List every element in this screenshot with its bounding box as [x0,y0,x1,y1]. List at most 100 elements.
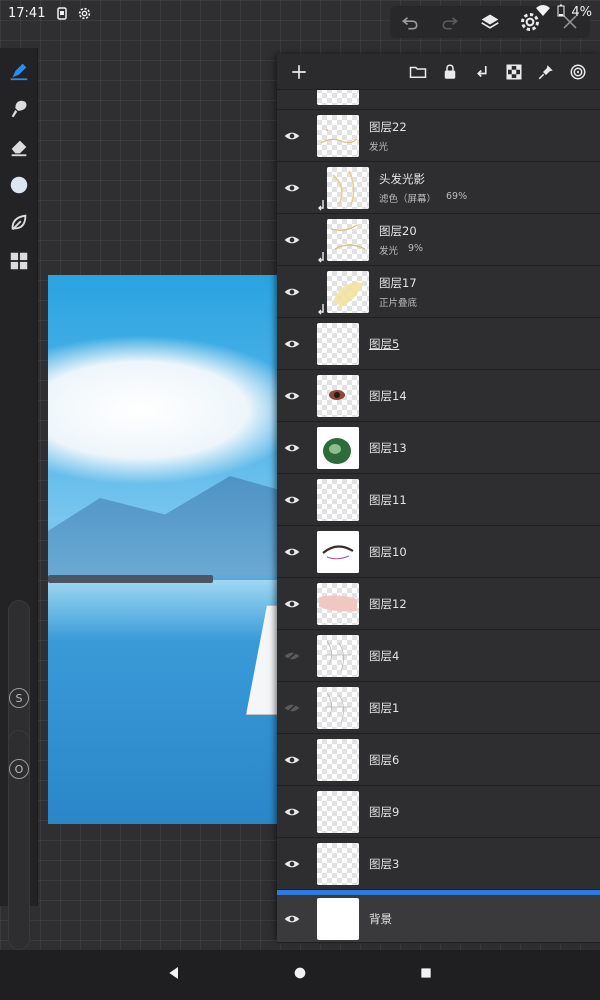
layer-name: 图层17 [379,275,417,290]
artwork-clouds [48,335,308,485]
layer-row[interactable]: 图层5 [277,318,600,370]
visibility-eye-icon[interactable] [277,318,307,370]
layer-thumbnail [317,374,359,417]
layer-row[interactable]: 图层17 正片叠底 [277,266,600,318]
layers-panel: 图层22 发光 头发光影 滤色（屏幕） 69% 图层20 发光 9% 图层17 正片叠底 图层5 图层… [277,54,600,943]
layer-thumbnail [317,530,359,573]
visibility-eye-icon[interactable] [277,162,307,214]
eraser-icon[interactable] [0,128,38,166]
layers-toolbar [277,54,600,90]
recents-icon[interactable] [418,965,434,985]
visibility-eye-icon[interactable] [277,266,307,318]
layer-list: 图层22 发光 头发光影 滤色（屏幕） 69% 图层20 发光 9% 图层17 正片叠底 图层5 图层… [277,110,600,890]
layer-name: 图层1 [369,700,400,715]
layer-name: 图层20 [379,223,417,238]
clip-icon[interactable] [470,60,494,84]
pin-icon[interactable] [534,60,558,84]
background-layer-row[interactable]: 背景 [277,895,600,943]
layer-thumbnail [317,634,359,677]
layer-row[interactable]: 图层11 [277,474,600,526]
background-thumbnail [317,897,359,940]
leaf-icon[interactable] [0,204,38,242]
layer-row[interactable]: 图层12 [277,578,600,630]
visibility-eye-icon[interactable] [277,734,307,786]
visibility-eye-icon[interactable] [277,838,307,890]
hidden-eye-icon[interactable] [277,630,307,682]
add-layer-icon[interactable] [287,60,311,84]
visibility-eye-icon[interactable] [277,526,307,578]
status-right: 4% [535,4,592,21]
layer-name: 图层3 [369,856,400,871]
grid-icon[interactable] [0,242,38,280]
visibility-eye-icon[interactable] [277,578,307,630]
layer-name: 图层6 [369,752,400,767]
brush-size-label: S [9,688,29,708]
layer-thumbnail [327,270,369,313]
layer-blend-mode: 滤色（屏幕） [379,193,437,205]
layer-row[interactable]: 图层9 [277,786,600,838]
layer-thumbnail [317,686,359,729]
visibility-eye-icon[interactable] [277,214,307,266]
battery-level: 4% [571,5,592,20]
layer-thumbnail [317,790,359,833]
background-layer-name: 背景 [369,911,392,926]
layer-opacity: 69% [446,190,468,202]
visibility-eye-icon[interactable] [277,474,307,526]
layer-row[interactable]: 图层1 [277,682,600,734]
spiral-icon[interactable] [566,60,590,84]
layer-row[interactable]: 图层22 发光 [277,110,600,162]
visibility-eye-icon[interactable] [277,422,307,474]
layer-thumbnail [317,842,359,885]
status-bar: 17:41 4% [0,0,600,26]
layer-row[interactable]: 图层14 [277,370,600,422]
back-icon[interactable] [166,965,182,985]
clipping-arrow-icon [317,249,327,263]
clipping-arrow-icon [317,197,327,211]
canvas-artwork[interactable] [48,275,308,824]
layer-thumbnail [317,322,359,365]
brush-opacity-label: O [9,759,29,779]
brush-icon[interactable] [0,90,38,128]
visibility-eye-icon[interactable] [277,110,307,162]
layer-row-partial[interactable] [277,90,600,110]
layer-row[interactable]: 图层4 [277,630,600,682]
visibility-eye-icon[interactable] [277,893,307,945]
battery-icon [557,4,565,21]
layer-name: 图层11 [369,492,407,507]
settings-status-icon [77,6,91,20]
transparency-icon[interactable] [502,60,526,84]
layer-row[interactable]: 图层20 发光 9% [277,214,600,266]
layer-blend-mode: 发光 [369,141,389,153]
layer-name: 图层13 [369,440,407,455]
layer-name: 图层5 [369,336,400,351]
clipping-arrow-icon [317,301,327,315]
status-time: 17:41 [8,5,46,21]
layer-thumbnail [317,426,359,469]
layer-row[interactable]: 图层13 [277,422,600,474]
hidden-eye-icon[interactable] [277,682,307,734]
visibility-eye-icon[interactable] [277,370,307,422]
color-icon[interactable] [0,166,38,204]
layer-thumbnail [317,90,359,105]
visibility-eye-icon[interactable] [277,786,307,838]
layer-name: 图层9 [369,804,400,819]
layer-thumbnail [317,738,359,781]
folder-icon[interactable] [406,60,430,84]
lock-icon[interactable] [438,60,462,84]
home-icon[interactable] [292,965,308,985]
sim-icon [55,6,69,20]
layer-row[interactable]: 图层10 [277,526,600,578]
layer-name: 图层4 [369,648,400,663]
wifi-icon [535,4,551,21]
layer-row[interactable]: 头发光影 滤色（屏幕） 69% [277,162,600,214]
layer-thumbnail [317,582,359,625]
pen-icon[interactable] [0,52,38,90]
layer-row[interactable]: 图层3 [277,838,600,890]
layer-row[interactable]: 图层6 [277,734,600,786]
layer-blend-mode: 正片叠底 [379,297,418,309]
layer-blend-mode: 发光 [379,245,399,257]
layer-thumbnail [317,478,359,521]
layer-opacity: 9% [408,242,424,254]
layer-thumbnail [327,218,369,261]
layer-name: 图层14 [369,388,407,403]
